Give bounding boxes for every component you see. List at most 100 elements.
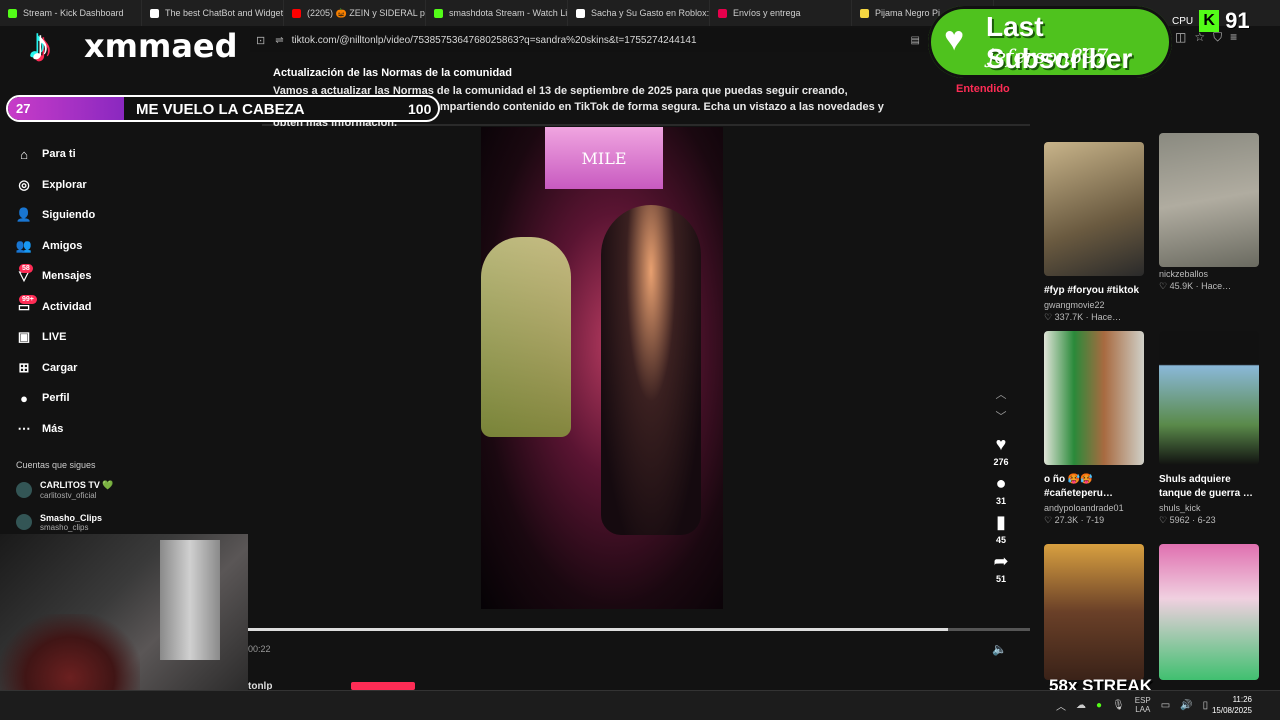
sidebar-item-label: Actividad: [42, 300, 92, 313]
sidebar-item-icon: ▣: [17, 329, 31, 345]
video-progress-bar[interactable]: [248, 628, 1030, 631]
followed-account[interactable]: CARLITOS TV 💚 carlitostv_oficial: [0, 478, 248, 502]
taskbar-clock[interactable]: 11:26 15/08/2025: [1200, 694, 1252, 716]
browser-tab[interactable]: Envíos y entrega: [710, 0, 852, 26]
mic-icon[interactable]: 🎙: [1112, 700, 1125, 711]
video-player[interactable]: MILE: [481, 127, 723, 609]
volume-icon[interactable]: 🔈: [992, 642, 1007, 656]
sidebar-item-siguiendo[interactable]: 👤 Siguiendo: [0, 200, 248, 231]
clock-time: 11:26: [1232, 695, 1252, 704]
recommended-author[interactable]: andypoloandrade01: [1044, 503, 1144, 513]
sidebar-item-icon: ⊞: [18, 359, 30, 375]
sidebar-item-amigos[interactable]: 👥 Amigos: [0, 231, 248, 262]
sidebar: ⌂ Para ti ◎ Explorar 👤 Siguiendo 👥 Amigos ▽ 58 Men…: [0, 128, 248, 538]
bookmark-icon[interactable]: ⊡: [256, 34, 265, 47]
browser-tab-label: Pijama Negro Pi: [875, 8, 941, 18]
video-thumbnail[interactable]: [1044, 331, 1144, 465]
tab-favicon-icon: [434, 8, 443, 18]
video-thumbnail[interactable]: [1159, 544, 1259, 680]
kick-logo-icon: K: [1199, 10, 1220, 32]
sidebar-nav: ⌂ Para ti ◎ Explorar 👤 Siguiendo 👥 Amigos ▽ 58 Men…: [0, 139, 248, 444]
video-thumbnail[interactable]: [1044, 544, 1144, 680]
recommended-stat: ♡ 45.9K · Hace…: [1159, 281, 1232, 291]
account-handle: carlitostv_oficial: [40, 491, 97, 500]
notice-accept-button[interactable]: Entendido: [956, 83, 1010, 95]
tab-favicon-icon: [576, 8, 585, 18]
cloud-icon[interactable]: ☁: [1076, 700, 1086, 711]
sidebar-item-más[interactable]: ⋯ Más: [0, 414, 248, 445]
browser-tab-label: The best ChatBot and Widgets: [165, 8, 284, 18]
browser-tab-label: Envíos y entrega: [733, 8, 801, 18]
sidebar-item-perfil[interactable]: ● Perfil: [0, 383, 248, 414]
followed-account[interactable]: Smasho_Clips smasho_clips: [0, 510, 248, 534]
avatar: [16, 514, 32, 530]
cpu-label: CPU: [1172, 15, 1194, 27]
heart-icon: ♥: [944, 20, 965, 58]
sidebar-item-label: Perfil: [42, 392, 70, 405]
sidebar-item-cargar[interactable]: ⊞ Cargar: [0, 353, 248, 384]
recommended-author[interactable]: nickzeballos: [1159, 269, 1259, 279]
following-header: Cuentas que sigues: [16, 460, 96, 470]
sidebar-item-icon: ◎: [18, 176, 30, 192]
comment-action[interactable]: ● 31: [996, 473, 1007, 506]
site-info-icon[interactable]: ⇌: [275, 35, 283, 46]
speaker-icon[interactable]: 🔊: [1180, 700, 1192, 711]
save-count: 45: [995, 535, 1006, 545]
recommended-stat: ♡ 27.3K · 7-19: [1044, 515, 1105, 525]
goal-current: 27: [16, 101, 31, 116]
recommended-author[interactable]: gwangmovie22: [1044, 300, 1144, 310]
share-action[interactable]: ➦ 51: [993, 551, 1008, 584]
recommended-title: o ño 🥵🥵 #cañeteperu…: [1044, 474, 1113, 499]
reader-icon[interactable]: ▤: [911, 35, 920, 46]
network-icon[interactable]: ▭: [1161, 700, 1170, 711]
last-subscriber-user: jeferson897: [988, 44, 1109, 68]
clock-date: 15/08/2025: [1211, 706, 1252, 715]
recommended-video[interactable]: [1044, 544, 1144, 680]
language-indicator[interactable]: ESP LAA: [1135, 696, 1151, 714]
notification-badge: 99+: [19, 294, 37, 304]
video-figure-center: [601, 205, 701, 535]
tray-chevron-icon[interactable]: ︿: [1056, 698, 1066, 713]
address-bar[interactable]: ⊡ ⇌ tiktok.com/@nilltonlp/video/75385753…: [250, 28, 930, 52]
prev-video-icon[interactable]: ︿: [996, 384, 1007, 406]
following-list: CARLITOS TV 💚 carlitostv_oficial Smasho_Cl…: [0, 478, 248, 534]
recommended-stat: ♡ 337.7K · Hace…: [1044, 312, 1122, 322]
url-text[interactable]: tiktok.com/@nilltonlp/video/753857536476…: [292, 35, 697, 46]
sidebar-item-mensajes[interactable]: ▽ 58 Mensajes: [0, 261, 248, 292]
video-thumbnail[interactable]: [1159, 331, 1259, 465]
recommended-video[interactable]: [1159, 544, 1259, 680]
recommended-author[interactable]: shuls_kick: [1159, 503, 1259, 513]
recommended-video[interactable]: nickzeballos ♡ 45.9K · Hace…: [1159, 133, 1259, 292]
video-thumbnail[interactable]: [1159, 133, 1259, 267]
comment-count: 31: [995, 496, 1006, 506]
sidebar-item-explorar[interactable]: ◎ Explorar: [0, 170, 248, 201]
save-action[interactable]: ▮ 45: [996, 512, 1006, 545]
system-tray: ︿ ☁ ● 🎙 ESP LAA ▭ 🔊 ▯: [1056, 696, 1208, 714]
sidebar-item-para-ti[interactable]: ⌂ Para ti: [0, 139, 248, 170]
goal-counter: 27 ME VUELO LA CABEZA 100: [6, 95, 440, 122]
sidebar-item-label: Cargar: [42, 361, 78, 374]
recommended-video[interactable]: #fyp #foryou #tiktok gwangmovie22 ♡ 337.7K…: [1044, 142, 1144, 323]
next-video-icon[interactable]: ﹀: [996, 406, 1007, 428]
recommended-title: #fyp #foryou #tiktok: [1044, 285, 1140, 296]
like-action[interactable]: ♥ 276: [993, 434, 1008, 467]
app-tray-icon[interactable]: ●: [1096, 700, 1102, 711]
sidebar-item-actividad[interactable]: ▭ 99+ Actividad: [0, 292, 248, 323]
browser-tab-label: smashdota Stream - Watch Liv: [449, 8, 568, 18]
browser-tab[interactable]: (2205) 🎃 ZEIN y SIDERAL pra: [284, 0, 426, 26]
recommended-video[interactable]: Shuls adquiere tanque de guerra … shuls_k…: [1159, 331, 1259, 526]
heart-icon: ♥: [995, 434, 1007, 454]
bookmark-icon: ▮: [996, 512, 1006, 532]
sidebar-item-live[interactable]: ▣ LIVE: [0, 322, 248, 353]
browser-tab[interactable]: Sacha y Su Gasto en Roblox: M: [568, 0, 710, 26]
recommended-video[interactable]: o ño 🥵🥵 #cañeteperu… andypoloandrade01 ♡ 2…: [1044, 331, 1144, 526]
goal-target: 100: [408, 101, 432, 117]
browser-tab[interactable]: smashdota Stream - Watch Liv: [426, 0, 568, 26]
account-handle: smasho_clips: [40, 522, 89, 532]
like-count: 276: [993, 457, 1009, 467]
video-thumbnail[interactable]: [1044, 142, 1144, 276]
share-count: 51: [995, 574, 1006, 584]
channel-brand: ♪ xmmaed: [14, 20, 238, 72]
sidebar-item-label: LIVE: [42, 331, 67, 344]
follow-button[interactable]: [351, 682, 415, 690]
